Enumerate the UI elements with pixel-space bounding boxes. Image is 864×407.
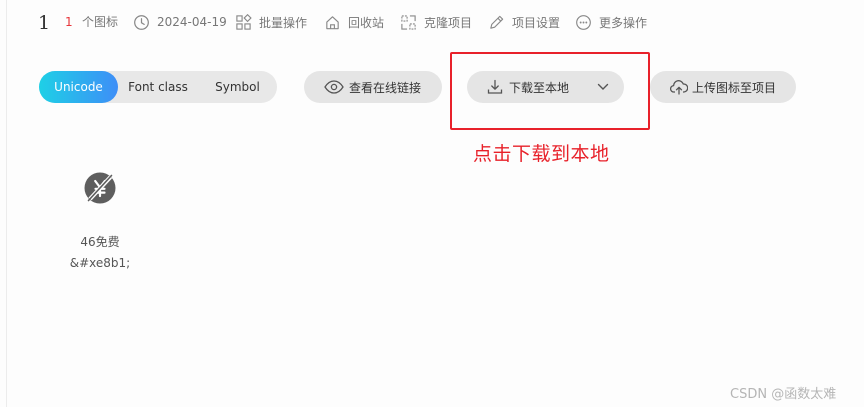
project-info-bar: 1 1 个图标 2024-04-19 批量操作 回收站 克隆项目 项目设置 更多… [0,0,864,44]
upload-to-project-button[interactable]: 上传图标至项目 [650,71,796,103]
watermark: CSDN @函数太难 [730,387,837,402]
left-divider [6,0,7,407]
project-name: 1 [38,12,51,34]
more-dots-icon [576,14,591,30]
project-settings-label: 项目设置 [512,15,561,30]
icon-count-label: 个图标 [82,15,119,29]
clock-icon [134,14,149,30]
free-yen-icon [84,172,116,204]
recycle-bin-icon [326,15,339,29]
cloud-upload-icon [670,80,688,95]
more-actions-label: 更多操作 [599,15,648,30]
icon-card[interactable]: 46免费 &#xe8b1; [58,165,142,280]
upload-to-project-label: 上传图标至项目 [692,80,777,95]
grid-icon [236,13,252,30]
recycle-bin-label: 回收站 [348,15,385,30]
project-date: 2024-04-19 [133,13,227,31]
batch-operations-link[interactable]: 批量操作 [235,13,307,31]
more-actions-link[interactable]: 更多操作 [575,13,647,31]
tab-unicode[interactable]: Unicode [39,71,118,103]
project-settings-link[interactable]: 项目设置 [488,13,560,31]
download-highlight-box [450,52,650,130]
date-text: 2024-04-19 [157,15,227,29]
clone-icon [401,14,416,30]
recycle-bin-link[interactable]: 回收站 [324,13,384,31]
icon-name: 46免费 [80,235,120,249]
icon-unicode: &#xe8b1; [69,256,131,270]
batch-operations-label: 批量操作 [259,15,308,30]
pencil-icon [490,15,504,29]
tab-font-class[interactable]: Font class [118,71,198,103]
view-online-link-button[interactable]: 查看在线链接 [304,71,442,103]
download-annotation: 点击下载到本地 [473,143,610,165]
tab-symbol[interactable]: Symbol [198,71,277,103]
view-online-link-label: 查看在线链接 [349,80,422,95]
icon-count: 1 [65,15,73,29]
format-tabs: Unicode Font class Symbol [39,71,277,103]
clone-project-label: 克隆项目 [424,15,473,30]
eye-icon [324,80,344,94]
clone-project-link[interactable]: 克隆项目 [400,13,472,31]
